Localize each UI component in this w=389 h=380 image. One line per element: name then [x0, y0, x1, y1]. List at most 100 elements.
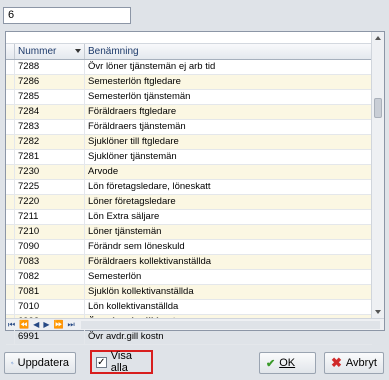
column-header-benamning[interactable]: Benämning [85, 44, 372, 59]
scroll-up-button[interactable] [372, 32, 384, 44]
vertical-scrollbar[interactable] [371, 32, 384, 318]
table-row[interactable]: 7283 Föräldraers tjänstemän [6, 120, 372, 135]
cell-benamning: Sjuklöner till ftgledare [88, 136, 179, 147]
cell-benamning: Semesterlön tjänstemän [88, 91, 191, 102]
table-row[interactable]: 7211 Lön Extra säljare [6, 210, 372, 225]
cell-nummer: 7283 [15, 120, 85, 134]
cell-nummer: 7010 [15, 300, 85, 314]
cell-nummer: 7282 [15, 135, 85, 149]
cell-benamning: Semesterlön [88, 271, 142, 282]
table-row[interactable]: 7083 Föräldraers kollektivanställda [6, 255, 372, 270]
account-grid: Nummer Benämning 7288 Övr löner tjänstemä… [5, 31, 385, 345]
grid-header: Nummer Benämning [6, 44, 372, 60]
row-indicator [6, 90, 15, 104]
arrow-up-icon [375, 36, 381, 40]
table-row[interactable]: 7281 Sjuklöner tjänstemän [6, 150, 372, 165]
cell-nummer: 7211 [15, 210, 85, 224]
cell-nummer: 7082 [15, 270, 85, 284]
table-row[interactable]: 7090 Förändr sem löneskuld [6, 240, 372, 255]
prev-page-icon[interactable]: ⏪ [17, 320, 31, 329]
scroll-down-button[interactable] [372, 306, 384, 318]
row-indicator [6, 255, 15, 269]
cell-benamning: Lön Extra säljare [88, 211, 160, 222]
header-indicator-cell [6, 44, 15, 59]
cell-nummer: 6991 [15, 330, 85, 344]
table-row[interactable]: 7285 Semesterlön tjänstemän [6, 90, 372, 105]
next-record-icon[interactable]: ▶ [41, 320, 51, 329]
ok-button-label: OK [279, 357, 296, 369]
cell-benamning: Sjuklöner tjänstemän [88, 151, 177, 162]
cell-benamning: Lön företagsledare, löneskatt [88, 181, 211, 192]
table-row[interactable]: 7010 Lön kollektivanställda [6, 300, 372, 315]
cell-benamning: Övr löner tjänstemän ej arb tid [88, 61, 216, 72]
row-indicator [6, 135, 15, 149]
cell-nummer: 7230 [15, 165, 85, 179]
row-indicator [6, 330, 15, 344]
cell-benamning: Föräldraers kollektivanställda [88, 256, 212, 267]
row-indicator [6, 180, 15, 194]
cell-benamning: Lön kollektivanställda [88, 301, 179, 312]
table-row[interactable]: 6991 Övr avdr.gill kostn [6, 330, 372, 345]
row-indicator [6, 105, 15, 119]
table-row[interactable]: 7210 Löner tjänstemän [6, 225, 372, 240]
row-indicator [6, 240, 15, 254]
cell-benamning: Förändr sem löneskuld [88, 241, 185, 252]
row-indicator [6, 285, 15, 299]
table-row[interactable]: 7288 Övr löner tjänstemän ej arb tid [6, 60, 372, 75]
table-row[interactable]: 7225 Lön företagsledare, löneskatt [6, 180, 372, 195]
cell-benamning: Föräldraers ftgledare [88, 106, 177, 117]
cell-nummer: 7284 [15, 105, 85, 119]
last-page-icon[interactable]: ⏭ [65, 320, 76, 330]
table-row[interactable]: 7230 Arvode [6, 165, 372, 180]
cell-nummer: 7220 [15, 195, 85, 209]
row-indicator [6, 270, 15, 284]
horizontal-scrollbar[interactable] [80, 320, 380, 329]
row-indicator [6, 195, 15, 209]
cell-nummer: 7285 [15, 90, 85, 104]
cancel-x-icon: ✖ [331, 355, 342, 370]
first-page-icon[interactable]: ⏮ [6, 320, 17, 330]
row-indicator [6, 300, 15, 314]
cell-benamning: Arvode [88, 166, 119, 177]
refresh-button[interactable]: Uppdatera [4, 352, 76, 374]
cell-nummer: 7081 [15, 285, 85, 299]
scroll-thumb[interactable] [374, 98, 382, 118]
column-header-nummer-label: Nummer [18, 46, 57, 57]
row-indicator [6, 120, 15, 134]
row-indicator [6, 150, 15, 164]
filter-row[interactable] [6, 32, 372, 44]
cell-benamning: Löner företagsledare [88, 196, 176, 207]
cell-nummer: 7210 [15, 225, 85, 239]
table-row[interactable]: 7220 Löner företagsledare [6, 195, 372, 210]
prev-record-icon[interactable]: ◀ [31, 320, 41, 329]
cell-nummer: 7288 [15, 60, 85, 74]
cell-benamning: Löner tjänstemän [88, 226, 162, 237]
table-row[interactable]: 7081 Sjuklön kollektivanställda [6, 285, 372, 300]
cell-benamning: Semesterlön ftgledare [88, 76, 181, 87]
cancel-button[interactable]: ✖ Avbryt [324, 352, 384, 374]
refresh-button-label: Uppdatera [17, 357, 69, 369]
table-row[interactable]: 7282 Sjuklöner till ftgledare [6, 135, 372, 150]
row-indicator [6, 75, 15, 89]
sort-descending-icon [75, 49, 81, 53]
search-input[interactable]: 6 [3, 7, 131, 24]
grid-rows: 7288 Övr löner tjänstemän ej arb tid 7286 S… [6, 60, 372, 345]
checkbox-icon[interactable]: ✓ [96, 356, 107, 368]
next-page-icon[interactable]: ⏩ [51, 320, 65, 329]
column-header-nummer[interactable]: Nummer [15, 44, 85, 59]
cell-benamning: Sjuklön kollektivanställda [88, 286, 194, 297]
table-row[interactable]: 7082 Semesterlön [6, 270, 372, 285]
column-header-benamning-label: Benämning [88, 46, 139, 57]
cell-nummer: 7286 [15, 75, 85, 89]
ok-button[interactable]: ✔ OK [259, 352, 316, 374]
check-icon: ✔ [266, 357, 276, 370]
record-navigator: ⏮ ⏪ ◀ ▶ ⏩ ⏭ [6, 318, 384, 330]
arrow-down-icon [375, 310, 381, 314]
table-row[interactable]: 7286 Semesterlön ftgledare [6, 75, 372, 90]
cancel-button-label: Avbryt [345, 357, 377, 369]
row-indicator [6, 210, 15, 224]
row-indicator [6, 165, 15, 179]
show-all-label: Visa alla [110, 350, 132, 374]
show-all-checkbox[interactable]: ✓ Visa alla [90, 350, 153, 374]
table-row[interactable]: 7284 Föräldraers ftgledare [6, 105, 372, 120]
